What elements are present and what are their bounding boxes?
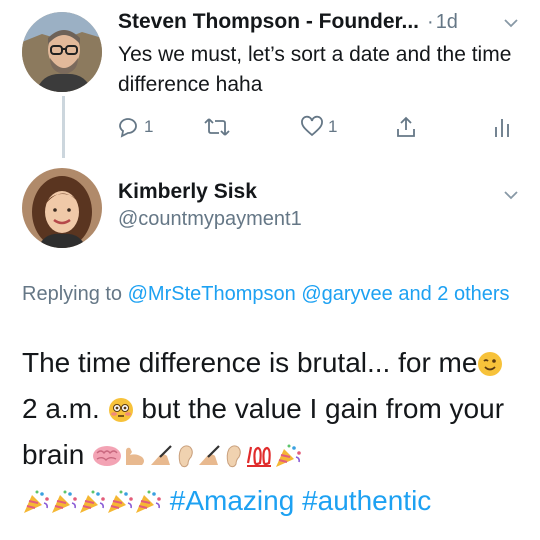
- avatar-kimberly[interactable]: [22, 168, 102, 248]
- tweet-1-actions: 1 1: [112, 112, 522, 142]
- writing-hand-emoji: [151, 445, 172, 465]
- hashtag-link[interactable]: #authentic: [302, 485, 431, 516]
- author-name[interactable]: Kimberly Sisk: [118, 180, 257, 204]
- author-name[interactable]: Steven Thompson - Founder...: [118, 10, 419, 33]
- party-popper-emoji: [276, 444, 301, 467]
- analytics-button[interactable]: [492, 112, 514, 142]
- party-popper-emoji: [80, 490, 105, 513]
- party-popper-emoji: [52, 490, 77, 513]
- author-handle[interactable]: @countmypayment1: [118, 208, 302, 231]
- share-icon: [397, 116, 415, 137]
- tweet-text-part: The time difference is brutal... for me: [22, 347, 478, 378]
- reply-icon: [119, 118, 137, 138]
- avatar-steven[interactable]: [22, 12, 102, 92]
- flexed-biceps-emoji: [126, 447, 145, 465]
- tweet-text-part: 2 a.m.: [22, 393, 100, 424]
- retweet-icon: [204, 118, 230, 136]
- tweet-2-text: The time difference is brutal... for me …: [22, 340, 522, 524]
- and-others-link[interactable]: and 2 others: [398, 283, 509, 305]
- stats-icon: [495, 119, 509, 137]
- replying-to-prefix: Replying to: [22, 283, 123, 305]
- retweet-button[interactable]: [204, 112, 234, 142]
- writing-hand-emoji: [199, 445, 220, 465]
- tweet-1-text: Yes we must, let’s sort a date and the t…: [118, 43, 512, 96]
- tweet-timestamp[interactable]: 1d: [436, 11, 458, 33]
- share-button[interactable]: [394, 112, 418, 142]
- brain-emoji: [93, 446, 122, 466]
- separator-dot: ·: [427, 11, 434, 33]
- like-icon: [301, 115, 323, 137]
- like-button[interactable]: 1: [300, 112, 337, 142]
- hashtag-link[interactable]: #Amazing: [170, 485, 295, 516]
- ear-emoji: [178, 445, 193, 468]
- flushed-face-emoji: [108, 398, 133, 422]
- reply-button[interactable]: 1: [116, 112, 153, 142]
- tweet-1-header: Steven Thompson - Founder... · 1d: [118, 10, 522, 38]
- winking-face-emoji: [478, 352, 503, 376]
- chevron-down-icon[interactable]: [502, 186, 520, 204]
- hundred-points-emoji: [246, 446, 272, 467]
- chevron-down-icon[interactable]: [502, 14, 520, 32]
- ear-emoji: [226, 445, 241, 468]
- party-popper-emoji: [136, 490, 161, 513]
- party-popper-emoji: [108, 490, 133, 513]
- replying-to-line: Replying to @MrSteThompson @garyvee and …: [22, 278, 522, 310]
- party-popper-emoji: [24, 490, 49, 513]
- like-count: 1: [328, 117, 338, 136]
- mention-link[interactable]: @MrSteThompson: [128, 283, 296, 305]
- mention-link[interactable]: @garyvee: [301, 283, 392, 305]
- thread-line: [62, 96, 65, 158]
- reply-count: 1: [144, 117, 154, 136]
